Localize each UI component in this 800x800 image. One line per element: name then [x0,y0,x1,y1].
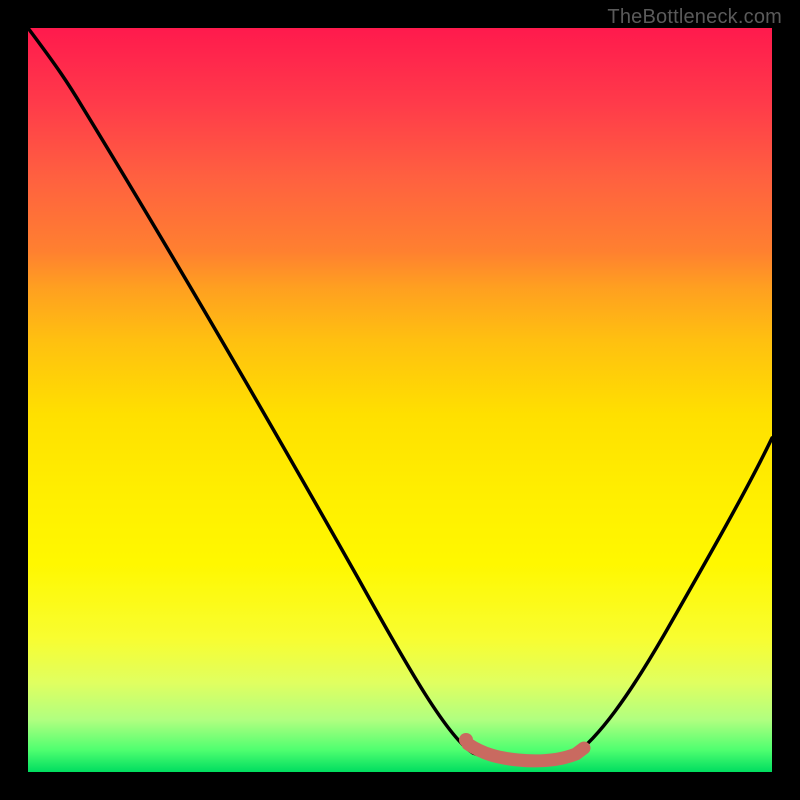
chart-container: TheBottleneck.com [0,0,800,800]
watermark-text: TheBottleneck.com [607,6,782,29]
optimal-range-marker [468,744,584,761]
chart-svg [28,28,772,772]
optimal-start-dot [459,733,473,747]
bottleneck-curve [28,28,772,764]
